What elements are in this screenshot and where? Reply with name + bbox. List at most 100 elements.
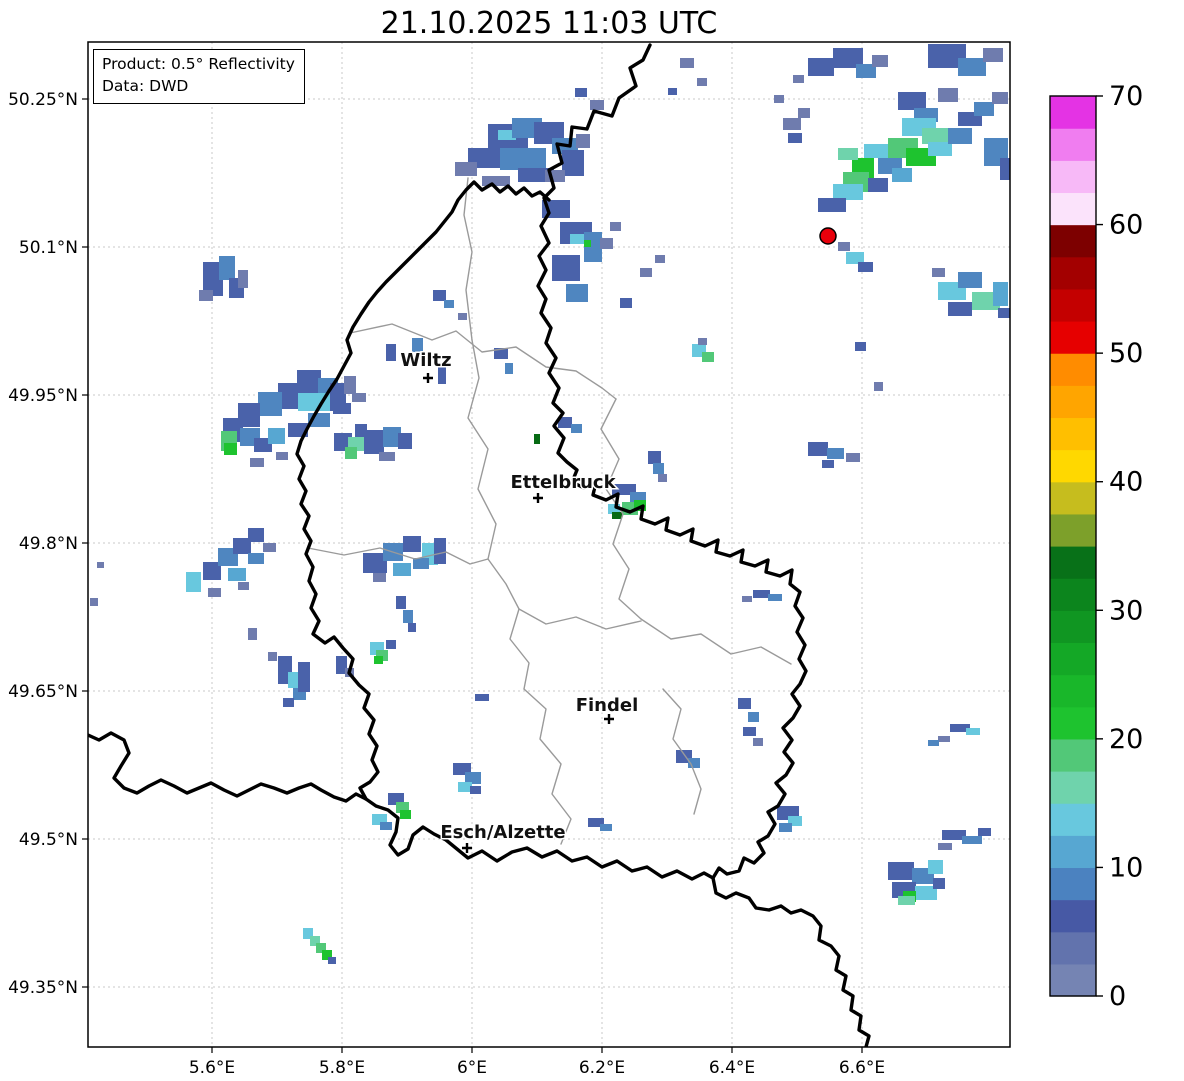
region-border	[518, 608, 642, 630]
axis-labels: 5.6°E 5.8°E 6°E 6.2°E 6.4°E 6.6°E 50.25°N 50.1°…	[8, 90, 885, 1078]
colorbar-tick-label: 10	[1109, 852, 1143, 883]
radar-echo-cell	[238, 270, 248, 288]
radar-echo-cell	[403, 536, 421, 552]
colorbar-segment	[1050, 610, 1096, 644]
radar-echo-cell	[928, 860, 943, 874]
radar-echo-cell	[328, 957, 336, 964]
radar-echo-cell	[838, 148, 858, 160]
radar-echo-cell	[248, 628, 257, 640]
colorbar-segment	[1050, 578, 1096, 611]
radar-echo-cell	[458, 313, 467, 320]
radar-echo-cell	[698, 338, 707, 345]
radar-echo-cell	[352, 393, 366, 402]
radar-echo-cell	[938, 736, 950, 742]
radar-echo-cell	[283, 698, 294, 707]
radar-echo-cell	[379, 452, 395, 461]
colorbar-segment	[1050, 288, 1096, 322]
radar-echo-cell	[922, 128, 952, 144]
radar-echo-cell	[808, 442, 828, 456]
radar-echo-cell	[978, 828, 991, 836]
x-tick-label: 6.2°E	[579, 1058, 625, 1078]
country-border	[295, 180, 715, 881]
radar-echo-cell	[374, 656, 383, 664]
city-label: Wiltz	[400, 350, 451, 371]
city-marker-icon	[423, 373, 433, 383]
radar-echo-cell	[822, 460, 834, 468]
colorbar-segment	[1050, 963, 1096, 997]
colorbar-tick-label: 20	[1109, 724, 1143, 755]
radar-echo-cell	[403, 610, 413, 623]
colorbar-segment	[1050, 899, 1096, 933]
radar-echo-cell	[186, 572, 201, 592]
radar-echo-cell	[855, 342, 866, 351]
radar-echo-cell	[248, 553, 264, 564]
x-tick-label: 6°E	[457, 1058, 487, 1078]
radar-echo-cell	[298, 393, 334, 411]
radar-echo-cell	[393, 563, 411, 576]
radar-echo-cell	[748, 712, 759, 722]
radar-echo-cell	[658, 474, 667, 482]
colorbar-segment	[1050, 256, 1096, 290]
radar-echo-cell	[413, 558, 429, 569]
colorbar-segment	[1050, 738, 1096, 772]
colorbar-tick-label: 50	[1109, 338, 1143, 369]
radar-echo-cell	[742, 596, 752, 602]
region-border	[349, 323, 617, 400]
product-info-box: Product: 0.5° Reflectivity Data: DWD	[93, 49, 305, 104]
colorbar-segment	[1050, 449, 1096, 483]
radar-echo-cell	[612, 512, 622, 519]
radar-echo-cell	[738, 698, 751, 709]
colorbar-segment	[1050, 706, 1096, 740]
radar-echo-cell	[584, 240, 591, 247]
colorbar-tick-label: 0	[1109, 981, 1126, 1012]
radar-echo-cell	[433, 290, 446, 301]
radar-echo-cell	[408, 623, 416, 632]
radar-echo-cell	[250, 458, 264, 467]
radar-echo-cell	[680, 58, 694, 68]
radar-echo-cell	[798, 108, 810, 118]
radar-echo-cell	[774, 95, 784, 103]
city-marker-icon	[462, 843, 472, 853]
radar-echo-cell	[298, 662, 310, 692]
radar-figure: 5.6°E 5.8°E 6°E 6.2°E 6.4°E 6.6°E 50.25°N 50.1°…	[0, 0, 1184, 1081]
region-border	[523, 688, 572, 845]
colorbar-segment	[1050, 835, 1096, 869]
colorbar-segment	[1050, 867, 1096, 901]
radar-echo-cell	[753, 738, 763, 746]
radar-echo-cell	[948, 302, 972, 316]
radar-echo-cell	[872, 55, 888, 67]
radar-echo-cell	[783, 118, 801, 130]
radar-echo-cell	[933, 878, 945, 889]
radar-echo-cell	[753, 590, 770, 598]
radar-echo-cell	[344, 376, 356, 394]
y-tick-label: 49.65°N	[8, 682, 78, 702]
radar-echo-cell	[90, 598, 98, 606]
radar-echo-cell	[998, 308, 1010, 318]
radar-echo-cell	[566, 284, 588, 302]
country-border	[536, 43, 871, 1047]
radar-echo-cell	[400, 810, 411, 819]
radar-echo-cell	[858, 262, 873, 272]
radar-echo-cell	[938, 843, 952, 850]
radar-echo-cell	[966, 728, 980, 735]
radar-echo-cell	[640, 268, 652, 277]
radar-echo-cell	[697, 78, 707, 86]
figure-title: 21.10.2025 11:03 UTC	[380, 6, 718, 41]
radar-echo-cell	[475, 694, 489, 701]
colorbar-segment	[1050, 128, 1096, 161]
radar-echo-cell	[434, 538, 446, 564]
radar-echo-cell	[808, 58, 834, 76]
radar-echo-cell	[898, 92, 926, 110]
colorbar-segment	[1050, 160, 1096, 194]
radar-echo-cell	[248, 528, 264, 542]
colorbar: 706050403020100dBZ	[1049, 81, 1143, 1012]
radar-echo-cell	[993, 282, 1008, 306]
radar-echo-cell	[868, 178, 888, 192]
radar-echo-cell	[444, 300, 454, 308]
colorbar-tick-label: 40	[1109, 467, 1143, 498]
colorbar-tick-label: 30	[1109, 595, 1143, 626]
radar-echo-cell	[898, 896, 915, 905]
radar-echo-cell	[962, 836, 982, 844]
radar-echo-cell	[455, 162, 477, 176]
radar-echo-cell	[874, 382, 883, 391]
